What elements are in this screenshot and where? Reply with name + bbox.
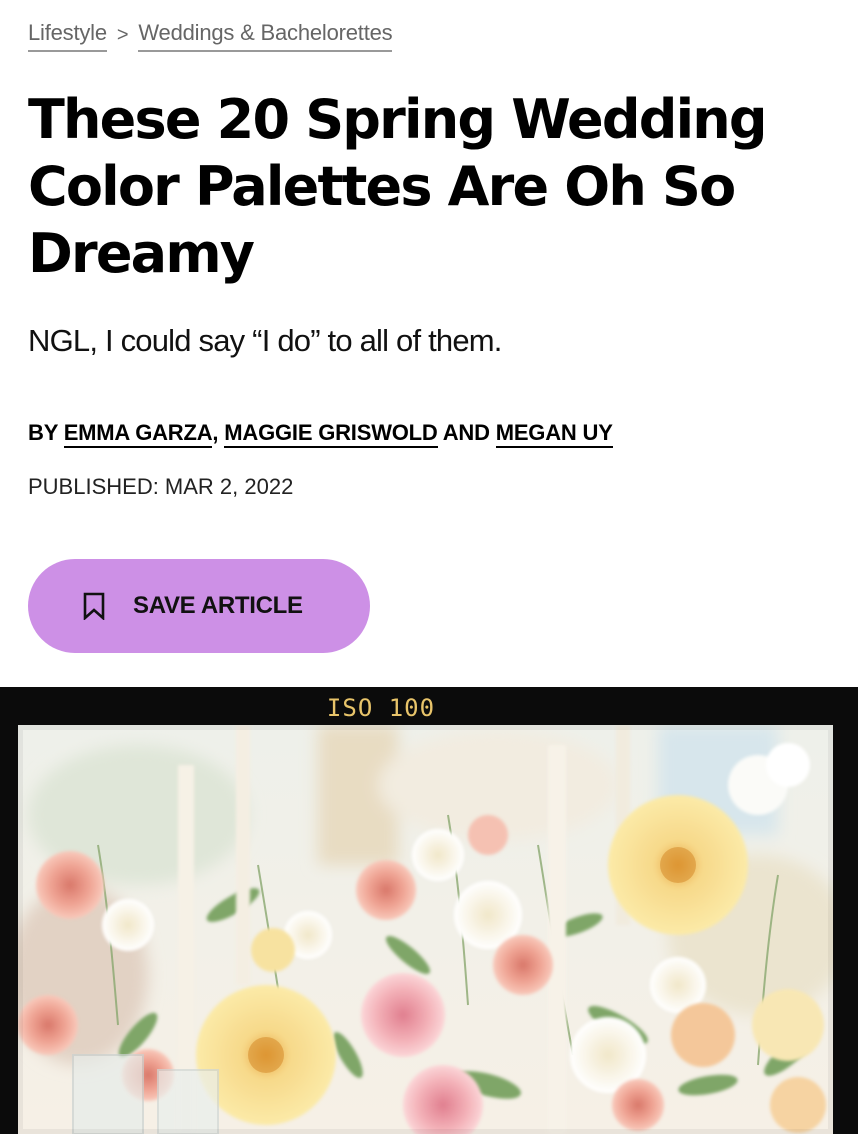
byline: BY EMMA GARZA, MAGGIE GRISWOLD AND MEGAN… xyxy=(28,420,613,448)
byline-comma: , xyxy=(212,420,219,445)
published-date: PUBLISHED: MAR 2, 2022 xyxy=(28,474,294,499)
breadcrumb: Lifestyle > Weddings & Bachelorettes xyxy=(28,18,393,52)
breadcrumb-separator: > xyxy=(116,23,129,46)
breadcrumb-weddings-bachelorettes[interactable]: Weddings & Bachelorettes xyxy=(138,18,393,52)
breadcrumb-lifestyle[interactable]: Lifestyle xyxy=(28,18,107,52)
save-article-label: SAVE ARTICLE xyxy=(133,592,303,619)
article-title: These 20 Spring Wedding Color Palettes A… xyxy=(28,88,768,285)
author-link-megan-uy[interactable]: MEGAN UY xyxy=(495,420,613,448)
author-link-maggie-griswold[interactable]: MAGGIE GRISWOLD xyxy=(224,420,438,448)
article-dek: NGL, I could say “I do” to all of them. xyxy=(28,323,502,358)
bookmark-icon xyxy=(83,592,105,620)
author-link-emma-garza[interactable]: EMMA GARZA xyxy=(63,420,213,448)
save-article-button[interactable]: SAVE ARTICLE xyxy=(28,559,370,653)
flower-arrangement-illustration xyxy=(18,725,833,1134)
hero-image-flowers xyxy=(18,725,833,1134)
iso-overlay-text: ISO 100 xyxy=(326,694,436,722)
byline-prefix: BY xyxy=(28,420,58,445)
hero-image-frame: ISO 100 xyxy=(0,687,858,1134)
byline-and: AND xyxy=(442,420,490,445)
